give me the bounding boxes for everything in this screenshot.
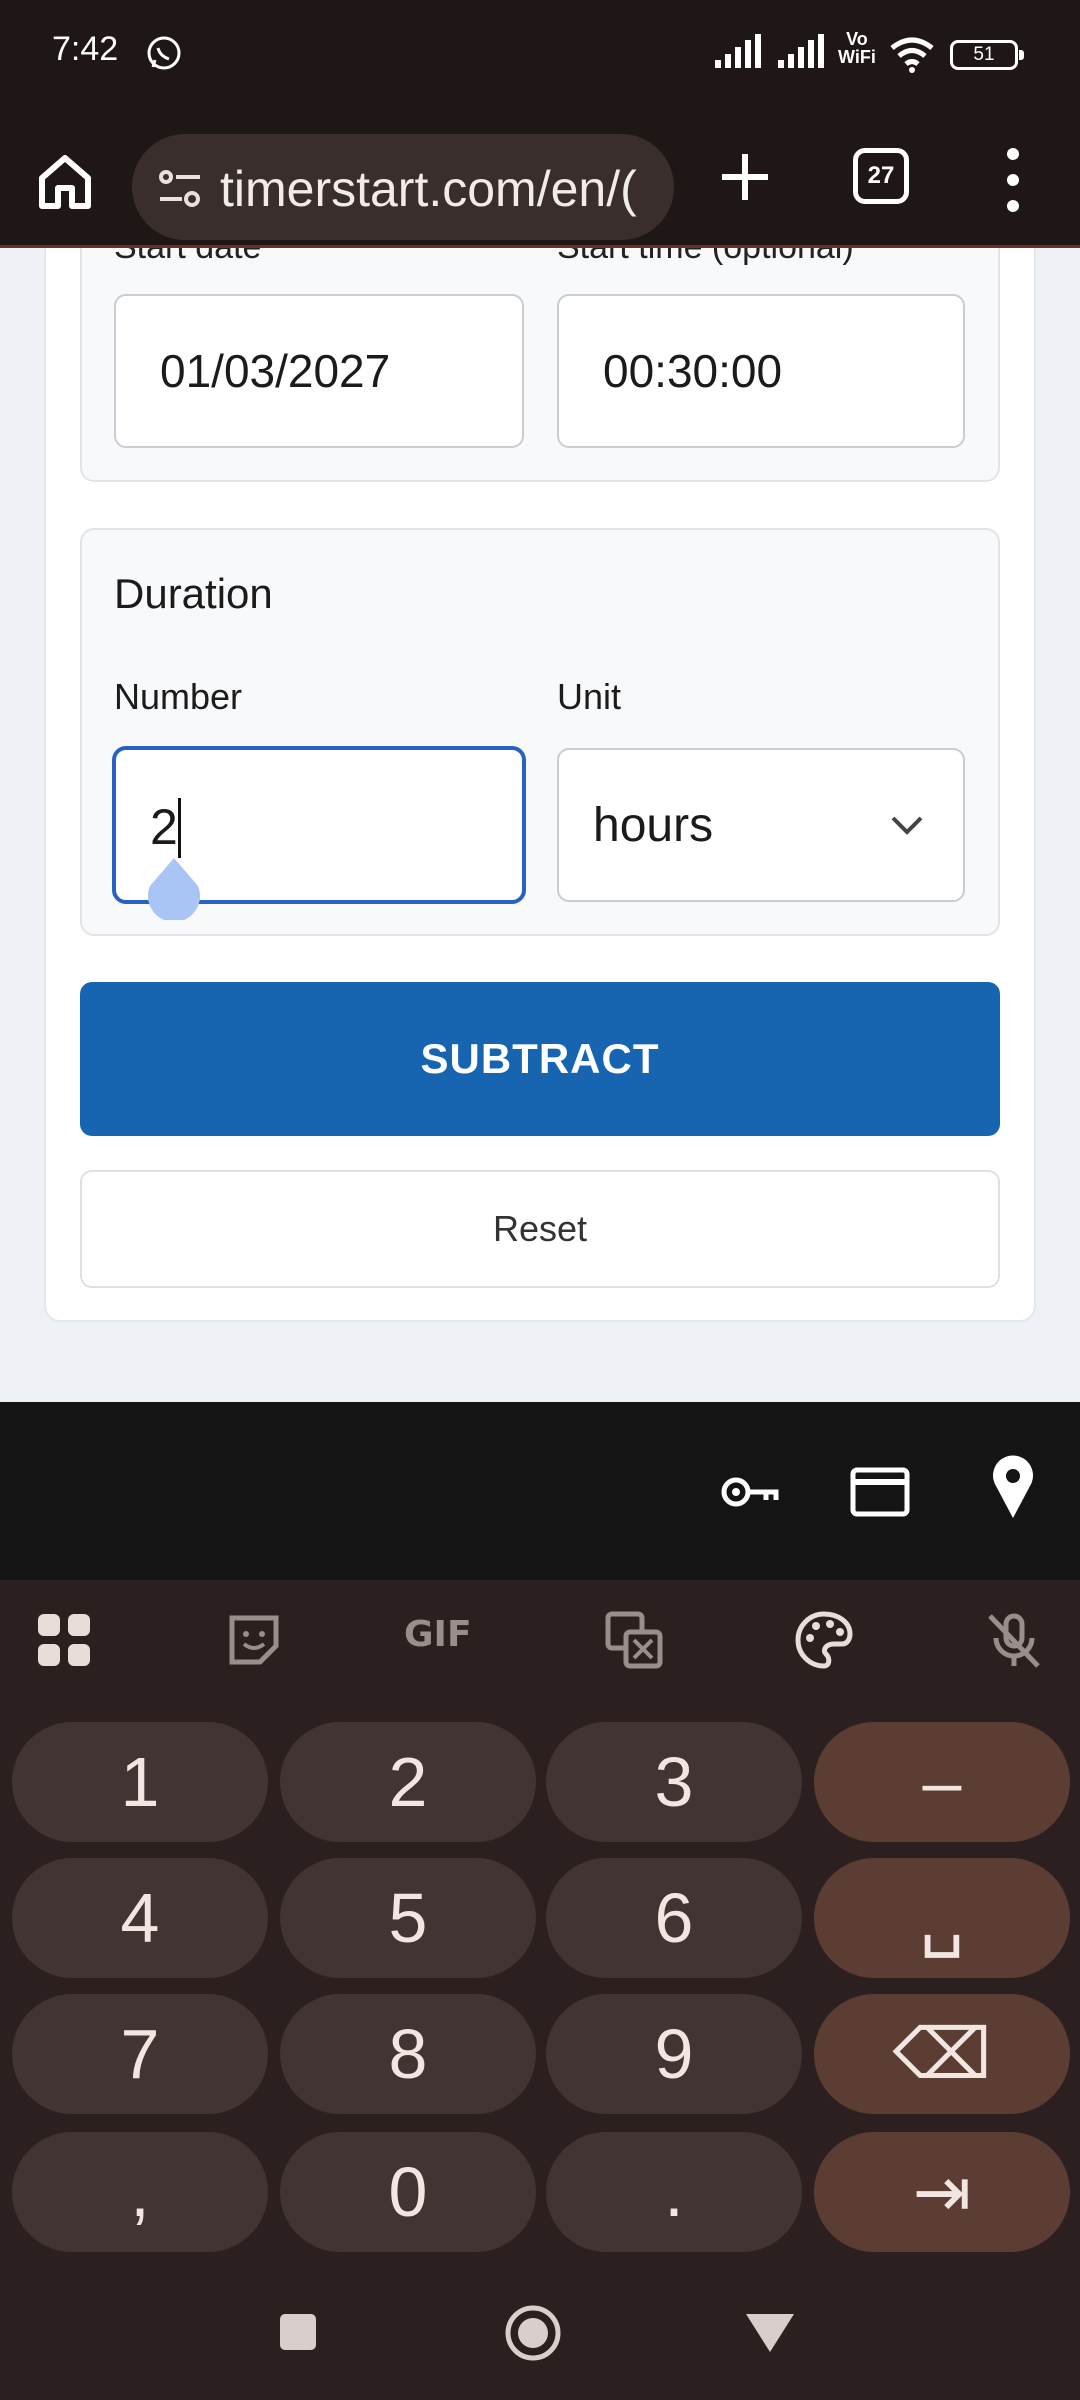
browser-toolbar: timerstart.com/en/( 27 <box>0 112 1080 248</box>
autofill-bar <box>0 1402 1080 1580</box>
key-backspace[interactable]: ⌫ <box>814 1994 1070 2114</box>
reset-button[interactable]: Reset <box>80 1170 1000 1288</box>
text-caret <box>178 798 181 858</box>
signal-icon <box>715 34 761 68</box>
start-time-value: 00:30:00 <box>603 345 783 397</box>
key-7[interactable]: 7 <box>12 1994 268 2114</box>
key-next[interactable]: ⇥ <box>814 2132 1070 2252</box>
apps-grid-icon[interactable] <box>34 1610 94 1670</box>
vowifi-top-text: Vo <box>846 29 868 49</box>
recents-nav-icon[interactable] <box>276 2310 320 2354</box>
start-date-value: 01/03/2027 <box>160 345 391 397</box>
number-value: 2 <box>150 799 178 855</box>
number-label: Number <box>114 676 243 717</box>
site-settings-icon[interactable] <box>158 168 202 208</box>
back-nav-icon[interactable] <box>744 2310 796 2354</box>
caret-handle[interactable] <box>146 856 202 920</box>
chevron-down-icon <box>891 816 923 835</box>
url-text[interactable]: timerstart.com/en/( <box>220 160 637 218</box>
signal-icon <box>778 34 824 68</box>
sticker-icon[interactable] <box>224 1610 284 1670</box>
key-0[interactable]: 0 <box>280 2132 536 2252</box>
more-menu-button[interactable] <box>998 142 1028 218</box>
duration-title: Duration <box>114 570 273 617</box>
gif-button[interactable]: GIF <box>404 1614 488 1674</box>
new-tab-button[interactable] <box>710 142 780 212</box>
unit-label: Unit <box>557 676 622 717</box>
url-bar[interactable]: timerstart.com/en/( <box>132 134 674 240</box>
whatsapp-icon <box>147 36 181 70</box>
key-6[interactable]: 6 <box>546 1858 802 1978</box>
unit-select[interactable]: hours <box>557 748 965 902</box>
key-2[interactable]: 2 <box>280 1722 536 1842</box>
key-comma[interactable]: , <box>12 2132 268 2252</box>
key-9[interactable]: 9 <box>546 1994 802 2114</box>
key-1[interactable]: 1 <box>12 1722 268 1842</box>
translate-icon[interactable] <box>604 1610 664 1670</box>
tab-switcher-button[interactable]: 27 <box>853 148 909 204</box>
wifi-icon <box>890 37 934 73</box>
mic-off-icon[interactable] <box>984 1610 1044 1670</box>
key-icon[interactable] <box>718 1462 780 1522</box>
palette-icon[interactable] <box>794 1610 854 1670</box>
key-5[interactable]: 5 <box>280 1858 536 1978</box>
home-button[interactable] <box>30 146 100 216</box>
key-8[interactable]: 8 <box>280 1994 536 2114</box>
payment-card-icon[interactable] <box>850 1464 910 1520</box>
vowifi-icon: Vo WiFi <box>838 30 876 66</box>
numeric-keyboard: GIF 1 2 3– 4 5 6 ␣ 7 8 9 ⌫, 0. ⇥ <box>0 1580 1080 2400</box>
status-bar: 7:42 Vo WiFi 51 <box>0 0 1080 112</box>
key-4[interactable]: 4 <box>12 1858 268 1978</box>
start-date-field[interactable]: 01/03/2027 <box>114 294 524 448</box>
start-time-field[interactable]: 00:30:00 <box>557 294 965 448</box>
key-space[interactable]: ␣ <box>814 1858 1070 1978</box>
subtract-button[interactable]: SUBTRACT <box>80 982 1000 1136</box>
key-period[interactable]: . <box>546 2132 802 2252</box>
home-nav-icon[interactable] <box>504 2304 562 2362</box>
key-3[interactable]: 3 <box>546 1722 802 1842</box>
vowifi-bottom-text: WiFi <box>838 47 876 67</box>
location-icon[interactable] <box>990 1454 1036 1520</box>
unit-value: hours <box>593 799 714 852</box>
key-minus[interactable]: – <box>814 1722 1070 1842</box>
status-time: 7:42 <box>52 30 119 68</box>
battery-icon: 51 <box>950 40 1024 70</box>
